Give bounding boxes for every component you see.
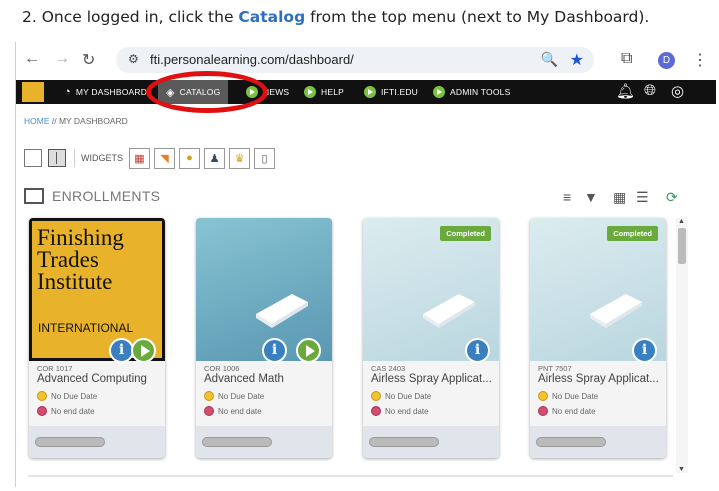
browser-toolbar: ← → ↻ ⚙ fti.personalearning.com/dashboar…	[16, 42, 716, 78]
clock-icon	[371, 406, 381, 416]
refresh-icon[interactable]: ⟳	[666, 189, 678, 206]
widget-toolbar: WIDGETS ▦ ◥ ● ♟ ♛ ▯	[24, 147, 279, 169]
clock-icon	[538, 391, 548, 401]
bookmark-star-icon[interactable]: ★	[570, 50, 584, 70]
progress-bar	[35, 437, 105, 447]
globe-icon[interactable]: 🌐︎	[644, 82, 656, 99]
book-icon	[590, 294, 642, 328]
scrollbar[interactable]: ▲ ▼	[676, 218, 688, 473]
site-navigation: ◔ MY DASHBOARD ◈ CATALOG NEWS HELP IFTI.…	[16, 80, 716, 104]
clock-icon	[538, 406, 548, 416]
book-icon	[423, 294, 475, 328]
url-text: fti.personalearning.com/dashboard/	[150, 52, 354, 67]
browser-menu-icon[interactable]: ⋮	[692, 50, 708, 70]
clock-icon	[371, 391, 381, 401]
end-date: No end date	[37, 406, 95, 416]
play-icon	[304, 86, 316, 98]
info-icon[interactable]: i	[465, 338, 490, 363]
course-card[interactable]: i COR 1006 Advanced Math No Due Date No …	[196, 218, 332, 458]
due-date: No Due Date	[371, 391, 431, 401]
due-date: No Due Date	[538, 391, 598, 401]
grid-view-icon[interactable]: ▦	[613, 189, 626, 206]
progress-bar	[202, 437, 272, 447]
clock-icon	[204, 406, 214, 416]
profile-avatar[interactable]: D	[658, 52, 675, 69]
bell-icon[interactable]: 🔔︎	[616, 82, 635, 100]
clock-icon	[37, 391, 47, 401]
status-badge: Completed	[607, 226, 658, 241]
course-name: Airless Spray Applicat...	[371, 373, 492, 385]
breadcrumb: HOME // MY DASHBOARD	[24, 116, 128, 126]
clock-icon	[37, 406, 47, 416]
course-code: COR 1006	[204, 364, 240, 373]
rss-icon[interactable]: ◥	[154, 147, 175, 169]
fti-logo[interactable]	[22, 82, 44, 102]
reload-icon[interactable]: ↻	[82, 50, 95, 70]
play-icon[interactable]	[131, 338, 156, 363]
end-date: No end date	[371, 406, 429, 416]
widgets-label: WIDGETS	[81, 153, 123, 163]
catalog-highlight: Catalog	[238, 8, 306, 26]
back-arrow-icon[interactable]: ←	[24, 50, 40, 68]
award-icon[interactable]: ●	[179, 147, 200, 169]
calendar-icon[interactable]: ▦	[129, 147, 150, 169]
nav-ifti-edu[interactable]: IFTI.EDU	[364, 80, 418, 104]
section-title: ENROLLMENTS	[52, 188, 161, 204]
trophy-icon[interactable]: ♛	[229, 147, 250, 169]
two-column-toggle[interactable]	[48, 149, 66, 167]
dashboard-icon: ◔	[64, 86, 71, 98]
course-name: Airless Spray Applicat...	[538, 373, 659, 385]
enrollments-icon	[24, 188, 44, 204]
extensions-icon[interactable]: ⧉	[621, 50, 632, 68]
single-column-toggle[interactable]	[24, 149, 42, 167]
instruction-text: 2. Once logged in, click the Catalog fro…	[22, 8, 650, 26]
course-name: Advanced Math	[204, 373, 284, 385]
forward-arrow-icon[interactable]: →	[54, 50, 70, 68]
end-date: No end date	[538, 406, 596, 416]
document-icon[interactable]: ▯	[254, 147, 275, 169]
breadcrumb-current: MY DASHBOARD	[58, 116, 128, 126]
zoom-icon[interactable]: 🔍	[541, 51, 558, 68]
progress-bar	[369, 437, 439, 447]
end-date: No end date	[204, 406, 262, 416]
course-code: CAS 2403	[371, 364, 406, 373]
course-card[interactable]: Finishing Trades Institute INTERNATIONAL i…	[29, 218, 165, 458]
info-icon[interactable]: i	[262, 338, 287, 363]
progress-bar	[536, 437, 606, 447]
user-icon[interactable]: ◎	[671, 82, 684, 100]
book-icon	[256, 294, 308, 328]
due-date: No Due Date	[204, 391, 264, 401]
info-icon[interactable]: i	[632, 338, 657, 363]
enrollments-header: ENROLLMENTS	[24, 188, 160, 204]
site-settings-icon[interactable]: ⚙	[128, 52, 139, 66]
scrollbar-thumb[interactable]	[678, 228, 686, 264]
course-card[interactable]: Completed i PNT 7507 Airless Spray Appli…	[530, 218, 666, 458]
nav-help[interactable]: HELP	[304, 80, 344, 104]
browser-window: ← → ↻ ⚙ fti.personalearning.com/dashboar…	[15, 42, 716, 487]
course-code: PNT 7507	[538, 364, 572, 373]
annotation-circle	[146, 71, 268, 113]
nav-admin-tools[interactable]: ADMIN TOOLS	[433, 80, 510, 104]
course-name: Advanced Computing	[37, 373, 147, 385]
list-view-icon[interactable]: ☰	[636, 189, 649, 206]
due-date: No Due Date	[37, 391, 97, 401]
filter-icon[interactable]: ▼	[584, 189, 598, 205]
play-icon[interactable]	[296, 338, 321, 363]
course-card[interactable]: Completed i CAS 2403 Airless Spray Appli…	[363, 218, 499, 458]
nav-my-dashboard[interactable]: ◔ MY DASHBOARD	[64, 80, 147, 104]
address-bar[interactable]: ⚙ fti.personalearning.com/dashboard/ 🔍 ★	[116, 47, 594, 73]
sort-icon[interactable]: ≡	[563, 189, 571, 205]
clock-icon	[204, 391, 214, 401]
status-badge: Completed	[440, 226, 491, 241]
play-icon	[364, 86, 376, 98]
play-icon	[433, 86, 445, 98]
course-code: COR 1017	[37, 364, 73, 373]
team-icon[interactable]: ♟	[204, 147, 225, 169]
breadcrumb-home[interactable]: HOME	[24, 116, 50, 126]
